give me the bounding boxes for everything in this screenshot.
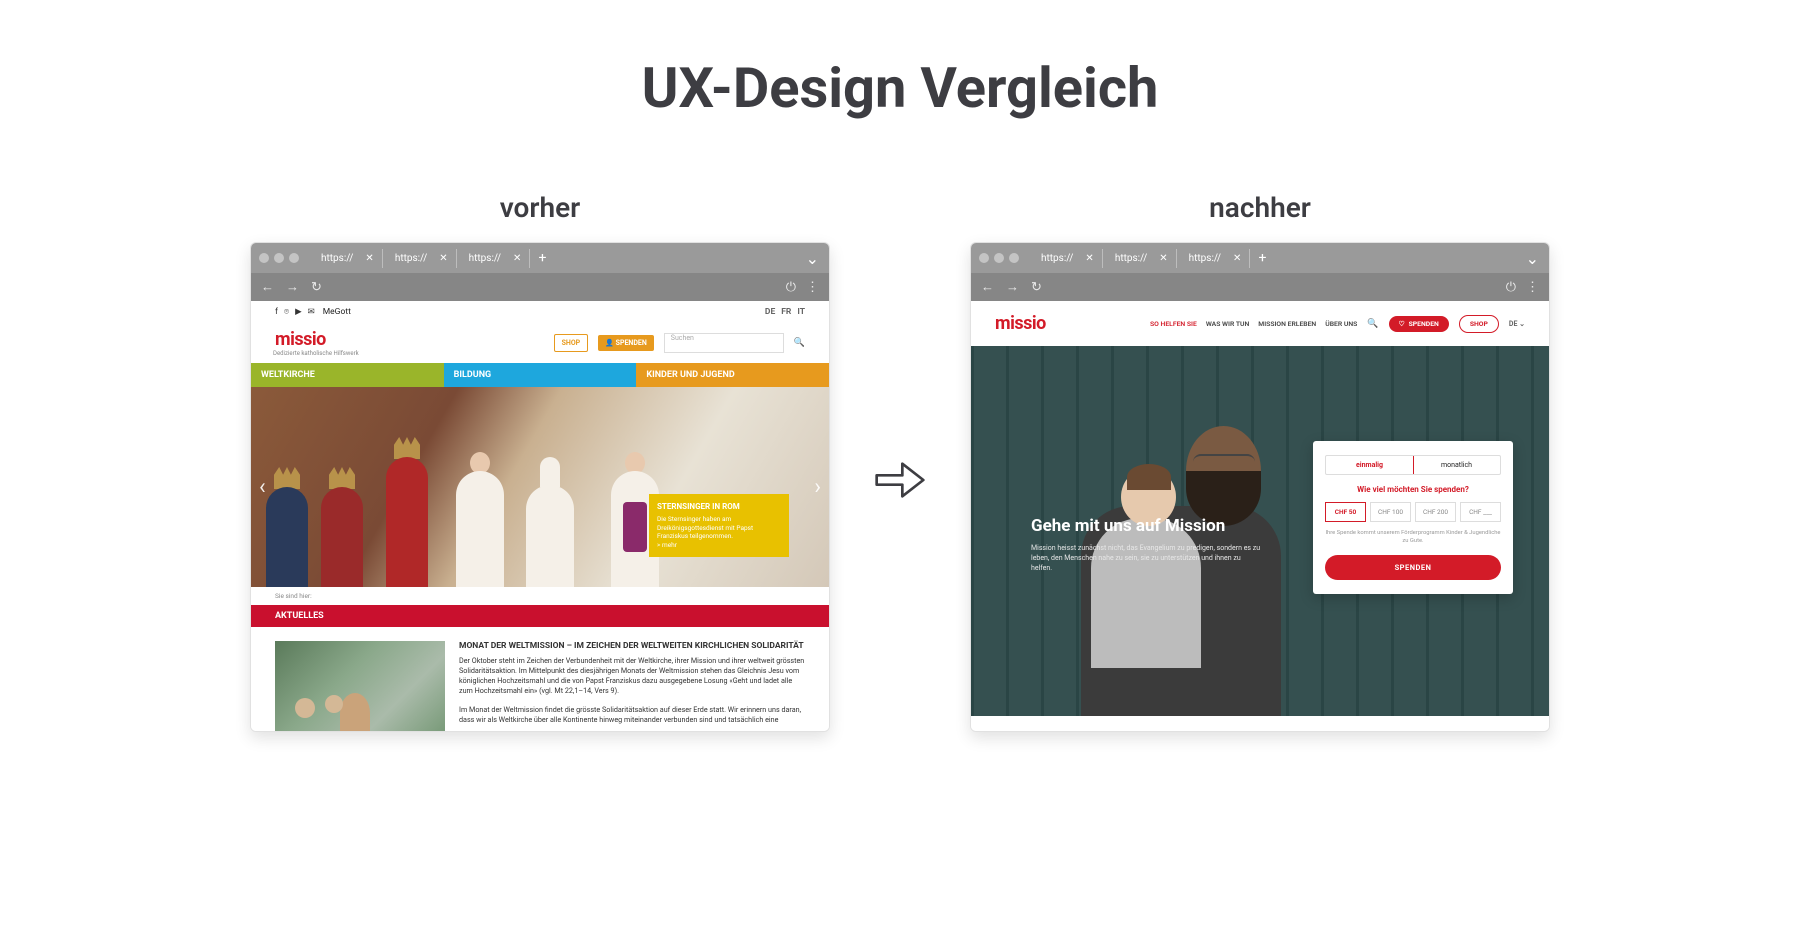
hero-section: Gehe mit uns auf Mission Mission heisst … bbox=[971, 346, 1549, 716]
article-text: MONAT DER WELTMISSION – IM ZEICHEN DER W… bbox=[459, 641, 805, 731]
browser-before: https://✕ https://✕ https://✕ + ⌄ ← → ↻ … bbox=[250, 242, 830, 732]
search-input[interactable]: Suchen bbox=[664, 333, 784, 353]
reload-icon[interactable]: ↻ bbox=[311, 280, 322, 295]
close-icon[interactable]: ✕ bbox=[513, 253, 521, 264]
shop-button[interactable]: SHOP bbox=[554, 334, 589, 352]
chevron-down-icon[interactable]: ⌄ bbox=[806, 249, 819, 268]
browser-tab[interactable]: https://✕ bbox=[1033, 249, 1103, 268]
search-icon[interactable]: 🔍 bbox=[794, 338, 805, 348]
browser-tab[interactable]: https://✕ bbox=[313, 249, 383, 268]
close-icon[interactable]: ✕ bbox=[1233, 253, 1241, 264]
amount-50[interactable]: CHF 50 bbox=[1325, 502, 1366, 522]
instagram-icon[interactable]: ⌾ bbox=[284, 307, 289, 317]
menu-icon[interactable]: ⋮ bbox=[806, 280, 819, 295]
close-icon[interactable]: ✕ bbox=[1085, 253, 1093, 264]
freq-once[interactable]: einmalig bbox=[1325, 455, 1414, 475]
mail-icon[interactable]: ✉ bbox=[308, 307, 315, 317]
section-heading: AKTUELLES bbox=[251, 605, 829, 627]
before-label: vorher bbox=[500, 191, 581, 224]
hero-caption: STERNSINGER IN ROM Die Sternsinger haben… bbox=[649, 494, 789, 557]
power-icon[interactable]: ⏻ bbox=[1506, 280, 1516, 295]
next-icon[interactable]: › bbox=[814, 475, 821, 500]
close-icon[interactable]: ✕ bbox=[439, 253, 447, 264]
back-icon[interactable]: ← bbox=[981, 279, 994, 295]
power-icon[interactable]: ⏻ bbox=[786, 280, 796, 295]
new-tab-icon[interactable]: + bbox=[1258, 250, 1266, 266]
amount-100[interactable]: CHF 100 bbox=[1370, 502, 1411, 522]
logo[interactable]: missio bbox=[275, 329, 359, 350]
top-text: MeGott bbox=[323, 307, 351, 317]
arrow-right-icon bbox=[872, 452, 928, 512]
nav-ueber[interactable]: ÜBER UNS bbox=[1325, 320, 1357, 328]
youtube-icon[interactable]: ▶ bbox=[295, 307, 302, 317]
forward-icon[interactable]: → bbox=[1006, 279, 1019, 295]
reload-icon[interactable]: ↻ bbox=[1031, 280, 1042, 295]
more-link[interactable]: > mehr bbox=[657, 541, 677, 549]
cat-bildung[interactable]: BILDUNG bbox=[444, 363, 637, 387]
new-tab-icon[interactable]: + bbox=[538, 250, 546, 266]
back-icon[interactable]: ← bbox=[261, 279, 274, 295]
close-icon[interactable]: ✕ bbox=[1159, 253, 1167, 264]
page-title: UX-Design Vergleich bbox=[0, 55, 1800, 121]
donation-card: einmalig monatlich Wie viel möchten Sie … bbox=[1313, 441, 1513, 594]
browser-tab[interactable]: https://✕ bbox=[1107, 249, 1177, 268]
after-label: nachher bbox=[1209, 191, 1311, 224]
tagline: Dedizierte katholische Hilfswerk bbox=[273, 350, 359, 357]
donation-ask: Wie viel möchten Sie spenden? bbox=[1325, 485, 1501, 494]
donate-cta-button[interactable]: SPENDEN bbox=[1325, 555, 1501, 580]
hero-subtitle: Mission heisst zunächst nicht, das Evang… bbox=[1031, 544, 1261, 573]
lang-it[interactable]: IT bbox=[797, 307, 805, 317]
logo[interactable]: missio bbox=[995, 313, 1046, 334]
amount-200[interactable]: CHF 200 bbox=[1415, 502, 1456, 522]
lang-fr[interactable]: FR bbox=[781, 307, 791, 317]
browser-after: https://✕ https://✕ https://✕ + ⌄ ← → ↻ … bbox=[970, 242, 1550, 732]
article-thumb[interactable] bbox=[275, 641, 445, 731]
cat-kinder[interactable]: KINDER UND JUGEND bbox=[636, 363, 829, 387]
hero-title: Gehe mit uns auf Mission bbox=[1031, 516, 1261, 536]
donate-button[interactable]: 👤 SPENDEN bbox=[598, 335, 654, 351]
cat-weltkirche[interactable]: WELTKIRCHE bbox=[251, 363, 444, 387]
breadcrumb: Sie sind hier: bbox=[251, 587, 829, 605]
donate-button[interactable]: ♡ SPENDEN bbox=[1389, 316, 1449, 332]
shop-button[interactable]: SHOP bbox=[1459, 315, 1499, 333]
traffic-lights[interactable] bbox=[259, 253, 299, 263]
lang-de[interactable]: DE bbox=[765, 307, 775, 317]
lang-select[interactable]: DE ⌄ bbox=[1509, 320, 1525, 328]
hero-slider: ‹ › STERNSINGER IN ROM Die Sternsinger h… bbox=[251, 387, 829, 587]
chevron-down-icon[interactable]: ⌄ bbox=[1526, 249, 1539, 268]
freq-monthly[interactable]: monatlich bbox=[1413, 456, 1500, 474]
facebook-icon[interactable]: f bbox=[275, 307, 278, 317]
menu-icon[interactable]: ⋮ bbox=[1526, 280, 1539, 295]
amount-custom[interactable]: CHF ___ bbox=[1460, 502, 1501, 522]
browser-tab[interactable]: https://✕ bbox=[1181, 249, 1251, 268]
nav-helfen[interactable]: SO HELFEN SIE bbox=[1150, 320, 1197, 328]
nav-tun[interactable]: WAS WIR TUN bbox=[1206, 320, 1249, 328]
forward-icon[interactable]: → bbox=[286, 279, 299, 295]
prev-icon[interactable]: ‹ bbox=[259, 475, 266, 500]
close-icon[interactable]: ✕ bbox=[365, 253, 373, 264]
donation-note: Ihre Spende kommt unserem Förderprogramm… bbox=[1325, 530, 1501, 545]
nav-erleben[interactable]: MISSION ERLEBEN bbox=[1258, 320, 1316, 328]
browser-tab[interactable]: https://✕ bbox=[461, 249, 531, 268]
search-icon[interactable]: 🔍 bbox=[1367, 319, 1378, 329]
traffic-lights[interactable] bbox=[979, 253, 1019, 263]
browser-tab[interactable]: https://✕ bbox=[387, 249, 457, 268]
